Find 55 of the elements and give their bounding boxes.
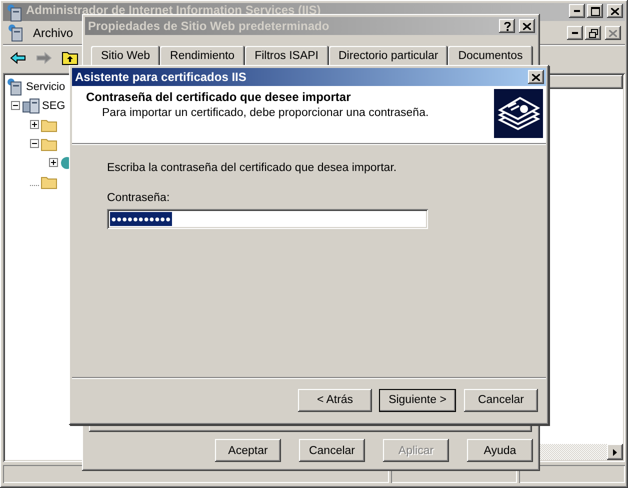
minimize-icon bbox=[574, 10, 580, 12]
close-icon bbox=[532, 74, 540, 80]
expand-toggle[interactable] bbox=[30, 120, 39, 129]
dialog-button[interactable]: Aceptar bbox=[215, 439, 281, 462]
server-icon bbox=[7, 24, 25, 42]
wizard-button[interactable]: Cancelar bbox=[464, 388, 538, 412]
certificate-icon bbox=[494, 89, 543, 138]
close-button[interactable] bbox=[605, 26, 621, 40]
tab[interactable]: Directorio particular bbox=[328, 46, 448, 66]
folder-icon bbox=[41, 174, 57, 188]
instruction-text: Escriba la contraseña del certificado que desea importar. bbox=[107, 162, 398, 174]
tab[interactable]: Sitio Web bbox=[91, 46, 160, 66]
restore-icon bbox=[588, 28, 598, 38]
folder-icon bbox=[41, 118, 57, 132]
dialog-button[interactable]: Ayuda bbox=[467, 439, 533, 462]
help-icon bbox=[504, 22, 510, 30]
folder-up-icon[interactable] bbox=[62, 50, 78, 65]
folder-icon bbox=[41, 136, 57, 150]
tree-item[interactable]: Servicio bbox=[26, 80, 66, 92]
scroll-right-button[interactable] bbox=[607, 444, 623, 460]
page-subheading: Para importar un certificado, debe proporcionar una contraseña. bbox=[101, 107, 430, 119]
window-title: Propiedades de Sitio Web predeterminado bbox=[88, 19, 330, 33]
expand-toggle[interactable] bbox=[49, 158, 58, 167]
wizard-button[interactable]: < Atrás bbox=[298, 388, 372, 412]
close-button[interactable] bbox=[607, 4, 623, 18]
right-arrow-icon bbox=[613, 448, 617, 456]
close-icon bbox=[523, 22, 531, 30]
close-button[interactable] bbox=[519, 19, 535, 33]
server-icon bbox=[6, 4, 24, 22]
help-button[interactable] bbox=[499, 19, 515, 33]
menu-item[interactable]: Archivo bbox=[33, 26, 74, 40]
tab[interactable]: Rendimiento bbox=[160, 46, 245, 66]
collapse-toggle[interactable] bbox=[11, 101, 20, 110]
tab[interactable]: Filtros ISAPI bbox=[244, 46, 328, 66]
tab[interactable]: Documentos bbox=[448, 46, 533, 66]
computer-icon bbox=[22, 98, 40, 114]
password-field[interactable]: ●●●●●●●●●●● bbox=[107, 209, 428, 229]
close-icon bbox=[611, 8, 619, 14]
minimize-icon bbox=[572, 32, 578, 34]
server-icon bbox=[6, 78, 24, 96]
page-heading: Contraseña del certificado que desee importar bbox=[86, 90, 352, 104]
maximize-button[interactable] bbox=[587, 4, 603, 18]
tree-item[interactable]: SEG bbox=[42, 100, 66, 112]
collapse-toggle[interactable] bbox=[30, 139, 39, 148]
minimize-button[interactable] bbox=[567, 26, 583, 40]
back-icon[interactable] bbox=[10, 52, 26, 64]
close-icon bbox=[609, 30, 617, 36]
field-label: Contraseña: bbox=[107, 192, 171, 204]
close-button[interactable] bbox=[528, 70, 544, 84]
maximize-icon bbox=[590, 6, 600, 16]
window-title: Asistente para certificados IIS bbox=[75, 70, 248, 84]
minimize-button[interactable] bbox=[569, 4, 585, 18]
dialog-button[interactable]: Cancelar bbox=[299, 439, 365, 462]
restore-button[interactable] bbox=[585, 26, 601, 40]
wizard-button[interactable]: Siguiente > bbox=[379, 388, 456, 412]
